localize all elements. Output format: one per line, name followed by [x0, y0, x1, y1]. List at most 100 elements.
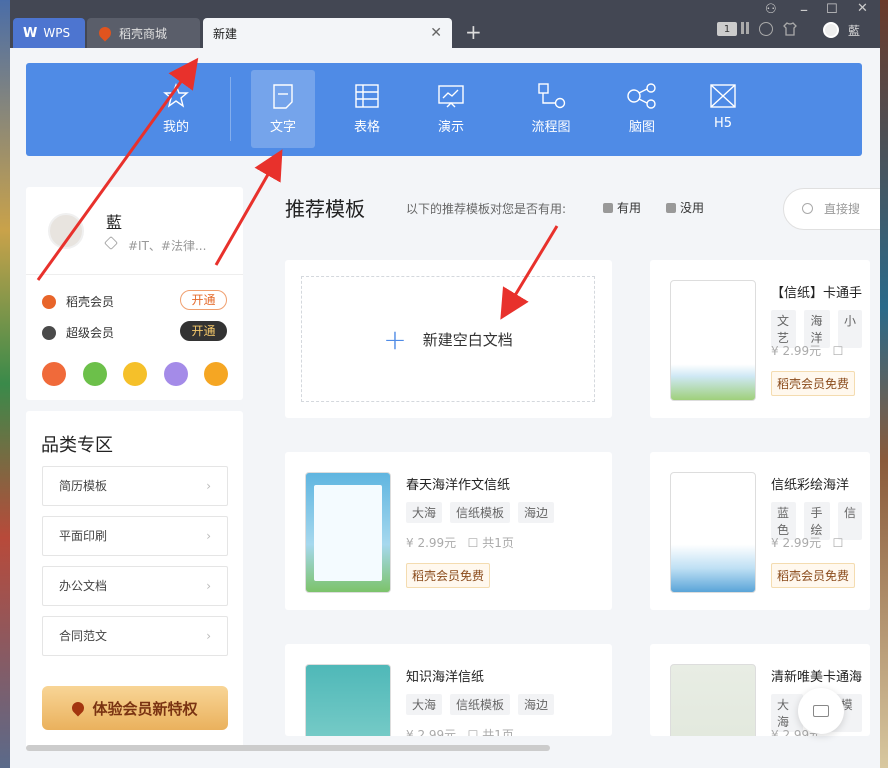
template-card[interactable]: 知识海洋信纸 大海 信纸模板 海边 ¥ 2.99元 ☐ 共1页 [285, 644, 612, 736]
template-free-badge: 稻壳会员免费 [406, 563, 491, 588]
trial-membership-button[interactable]: 体验会员新特权 [42, 686, 228, 730]
user-avatar-small[interactable] [823, 22, 839, 38]
divider [26, 274, 243, 275]
chat-icon [813, 705, 829, 717]
category-label: 办公文档 [59, 579, 108, 593]
cloud-service-icon[interactable] [123, 362, 147, 386]
tab-label: 稻壳商城 [119, 26, 168, 41]
nav-item-label: 脑图 [628, 120, 655, 135]
category-contract[interactable]: 合同范文 › [42, 616, 228, 656]
avatar[interactable] [48, 213, 84, 249]
profile-card: 藍 #IT、#法律... 稻壳会员 开通 超级会员 开通 [26, 187, 243, 400]
document-service-icon[interactable] [42, 362, 66, 386]
crown-service-icon[interactable] [204, 362, 228, 386]
document-icon [273, 84, 293, 109]
chevron-right-icon: › [206, 479, 211, 493]
template-card[interactable]: 春天海洋作文信纸 大海 信纸模板 海边 ¥ 2.99元 ☐ 共1页 稻壳会员免费 [285, 452, 612, 610]
category-label: 简历模板 [59, 479, 108, 493]
tab-label: WPS [43, 26, 71, 40]
close-window-icon[interactable]: ✕ [857, 1, 868, 16]
nav-item-spreadsheet[interactable]: 表格 [335, 70, 399, 148]
chevron-right-icon: › [206, 529, 211, 543]
profile-tags[interactable]: #IT、#法律... [128, 237, 206, 254]
window-list-icon[interactable] [741, 22, 749, 34]
nav-item-label: H5 [713, 116, 733, 131]
nav-item-flowchart[interactable]: 流程图 [519, 70, 583, 148]
new-blank-doc-label: 新建空白文档 [422, 330, 513, 349]
maximize-icon[interactable]: ☐ [826, 2, 838, 17]
template-card[interactable]: 信纸彩绘海洋 蓝色 手绘信 ¥ 2.99元 ☐ 稻壳会员免费 [650, 452, 870, 610]
template-price: ¥ 2.99元 ☐ 共1页 [406, 536, 514, 550]
nav-item-mine[interactable]: 我的 [144, 70, 208, 148]
h5-icon [710, 84, 736, 108]
template-name: 春天海洋作文信纸 [406, 478, 511, 493]
nav-item-label: 文字 [269, 120, 296, 135]
template-name: 知识海洋信纸 [406, 670, 485, 685]
nav-item-mindmap[interactable]: 脑图 [610, 70, 674, 148]
edit-service-icon[interactable] [83, 362, 107, 386]
category-title: 品类专区 [41, 435, 113, 456]
flowchart-icon [538, 83, 566, 109]
nav-item-h5[interactable]: H5 [691, 70, 755, 148]
membership-super: 超级会员 [42, 324, 114, 341]
category-print[interactable]: 平面印刷 › [42, 516, 228, 556]
nav-item-text[interactable]: 文字 [251, 70, 315, 148]
tab-new[interactable]: 新建 ✕ [203, 18, 452, 48]
template-name: 清新唯美卡通海 [771, 670, 863, 685]
tab-wps[interactable]: W WPS [13, 18, 85, 48]
membership-label: 超级会员 [66, 326, 115, 340]
template-thumbnail [670, 280, 756, 401]
useful-no-label: 没用 [680, 201, 705, 215]
thumb-down-icon [666, 202, 676, 213]
nav-divider [230, 77, 231, 141]
template-price: ¥ 2.99元 ☐ 共1页 [406, 728, 514, 736]
membership-daoke: 稻壳会员 [42, 293, 114, 310]
recommended-title: 推荐模板 [285, 197, 365, 221]
horizontal-scrollbar[interactable] [26, 745, 550, 751]
minimize-icon[interactable]: – [800, 0, 808, 19]
category-office[interactable]: 办公文档 › [42, 566, 228, 606]
useful-yes-label: 有用 [617, 201, 642, 215]
tab-daoke-store[interactable]: 稻壳商城 [87, 18, 200, 48]
tag-icon [103, 235, 119, 251]
window-settings-icon[interactable]: ⚇ [765, 2, 777, 17]
useful-yes-button[interactable]: 有用 [603, 199, 641, 216]
window-count-badge[interactable]: 1 [717, 22, 737, 36]
chart-service-icon[interactable] [164, 362, 188, 386]
template-tags: 大海 信纸模板 海边 [406, 502, 562, 523]
wps-logo-icon: W [23, 25, 38, 41]
nav-item-presentation[interactable]: 演示 [419, 70, 483, 148]
table-icon [355, 84, 379, 108]
search-input[interactable]: 直接搜 [783, 188, 880, 230]
profile-name[interactable]: 藍 [106, 209, 122, 233]
open-super-membership-button[interactable]: 开通 [180, 321, 227, 341]
template-name: 【信纸】卡通手 [771, 286, 863, 301]
category-resume[interactable]: 简历模板 › [42, 466, 228, 506]
shirt-icon[interactable] [783, 22, 797, 36]
useful-question: 以下的推荐模板对您是否有用: [406, 202, 567, 216]
template-thumbnail [670, 664, 756, 736]
useful-no-button[interactable]: 没用 [666, 199, 704, 216]
tab-label: 新建 [213, 26, 238, 41]
feedback-chat-button[interactable] [798, 688, 844, 734]
nav-item-label: 演示 [437, 120, 464, 135]
open-daoke-membership-button[interactable]: 开通 [180, 290, 227, 310]
user-name-small[interactable]: 藍 [848, 22, 860, 39]
new-tab-plus-icon[interactable]: + [465, 20, 482, 44]
presentation-icon [438, 85, 464, 108]
wps-window: W WPS 稻壳商城 新建 ✕ + 1 藍 ⚇ – ☐ ✕ 我的 文字 表格 演… [10, 0, 880, 768]
skin-icon[interactable] [759, 22, 773, 36]
nav-item-label: 我的 [162, 120, 189, 135]
nav-item-label: 流程图 [531, 120, 571, 135]
daoke-fire-icon [96, 24, 114, 42]
new-blank-doc-card[interactable]: + 新建空白文档 [285, 260, 612, 418]
new-doc-type-nav: 我的 文字 表格 演示 流程图 脑图 H5 [26, 63, 862, 156]
template-card[interactable]: 【信纸】卡通手 文艺 海洋小 ¥ 2.99元 ☐ 稻壳会员免费 [650, 260, 870, 418]
new-blank-doc-button[interactable]: + 新建空白文档 [301, 276, 595, 402]
star-icon [163, 83, 189, 108]
title-bar: W WPS 稻壳商城 新建 ✕ + 1 藍 ⚇ – ☐ ✕ [10, 0, 880, 48]
search-icon [802, 203, 813, 214]
tab-close-icon[interactable]: ✕ [430, 25, 442, 41]
template-thumbnail [305, 472, 391, 593]
daoke-member-icon [42, 294, 56, 309]
